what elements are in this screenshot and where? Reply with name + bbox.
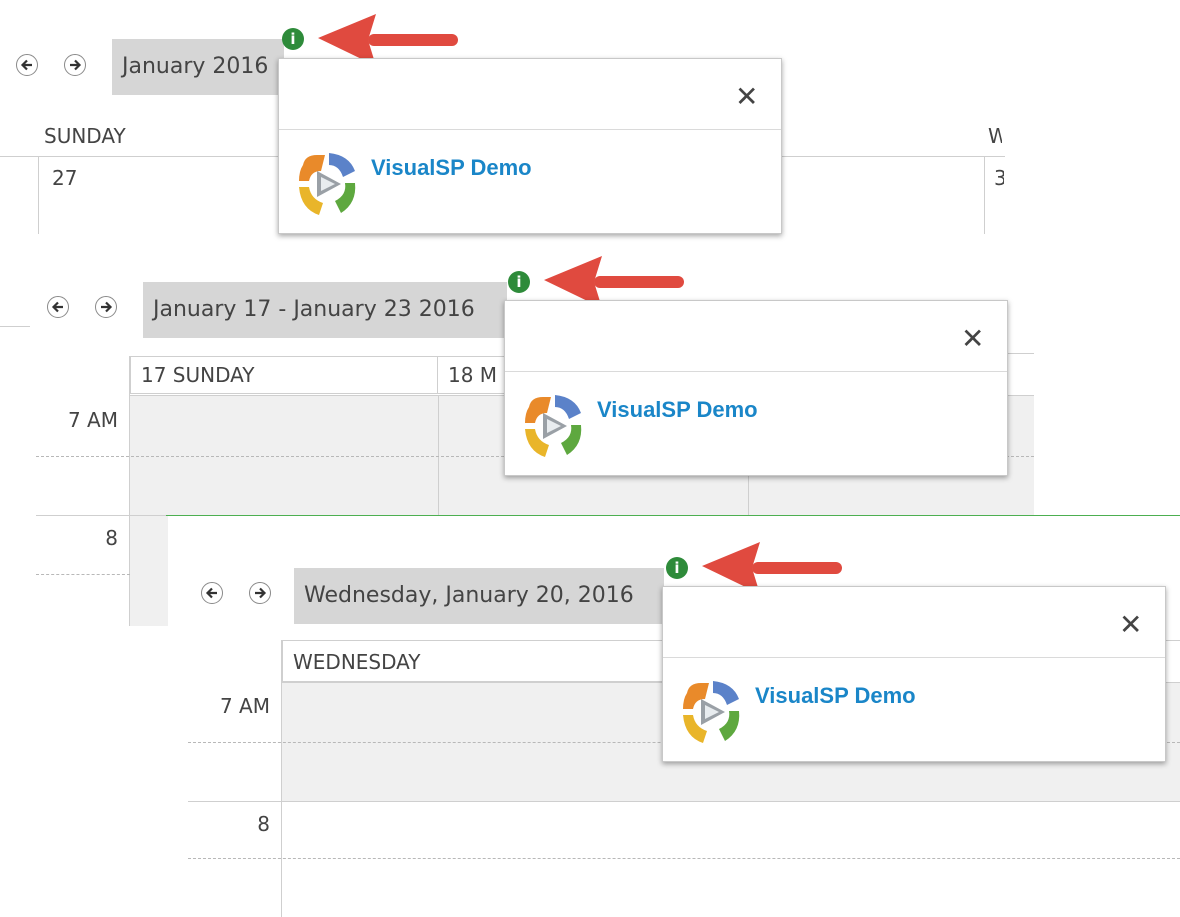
month-cell-border [38,156,39,234]
info-popup: ✕ VisualSP Demo [504,300,1008,476]
week-time-8: 8 [105,526,118,550]
popup-divider [663,657,1165,658]
prev-day-button[interactable] [201,582,223,604]
day-time-7am: 7 AM [219,694,270,718]
month-title: January 2016 [112,39,284,95]
month-cell-date-cut[interactable]: 3 [994,166,1004,190]
week-grid-background-lower [130,516,168,626]
day-time-8: 8 [257,812,270,836]
day-half-hour-line-8 [188,858,1180,859]
visualsp-demo-link[interactable]: VisualSP Demo [597,397,758,423]
day-hour-line-8 [188,801,1180,802]
info-icon[interactable]: i [282,28,304,50]
week-col-header-sunday[interactable]: 17 SUNDAY [130,356,438,394]
visualsp-demo-link[interactable]: VisualSP Demo [371,155,532,181]
prev-week-button[interactable] [47,296,69,318]
day-header-sunday: SUNDAY [44,124,126,148]
prev-month-button[interactable] [16,54,38,76]
popup-divider [505,371,1007,372]
arrow-left-icon [205,587,217,599]
info-popup: ✕ VisualSP Demo [278,58,782,234]
week-left-line [0,326,30,327]
visualsp-demo-link[interactable]: VisualSP Demo [755,683,916,709]
arrow-right-icon [101,301,113,313]
arrow-right-icon [255,587,267,599]
arrow-right-icon [70,59,82,71]
day-col-header[interactable]: WEDNESDAY [282,640,664,682]
info-icon[interactable]: i [508,271,530,293]
month-cell-border-right [984,156,985,234]
day-title: Wednesday, January 20, 2016 [294,568,664,624]
popup-divider [279,129,781,130]
close-icon[interactable]: ✕ [961,325,984,353]
week-hour-line-8 [36,515,166,516]
visualsp-logo-icon [299,153,356,215]
next-day-button[interactable] [249,582,271,604]
arrow-left-icon [20,59,32,71]
day-header-top-right [1164,640,1180,641]
close-icon[interactable]: ✕ [735,83,758,111]
visualsp-logo-icon [683,681,740,743]
info-popup: ✕ VisualSP Demo [662,586,1166,762]
week-title: January 17 - January 23 2016 [143,282,507,338]
visualsp-logo-icon [525,395,582,457]
week-time-gutter-line [129,356,130,626]
current-time-line [166,515,1180,516]
next-month-button[interactable] [64,54,86,76]
close-icon[interactable]: ✕ [1119,611,1142,639]
month-cell-date[interactable]: 27 [52,166,77,190]
week-half-hour-line-8 [36,574,130,575]
day-header-cut: W [988,124,1002,148]
info-icon[interactable]: i [666,557,688,579]
day-time-gutter-line [281,640,282,917]
next-week-button[interactable] [95,296,117,318]
week-time-7am: 7 AM [67,408,118,432]
arrow-left-icon [51,301,63,313]
